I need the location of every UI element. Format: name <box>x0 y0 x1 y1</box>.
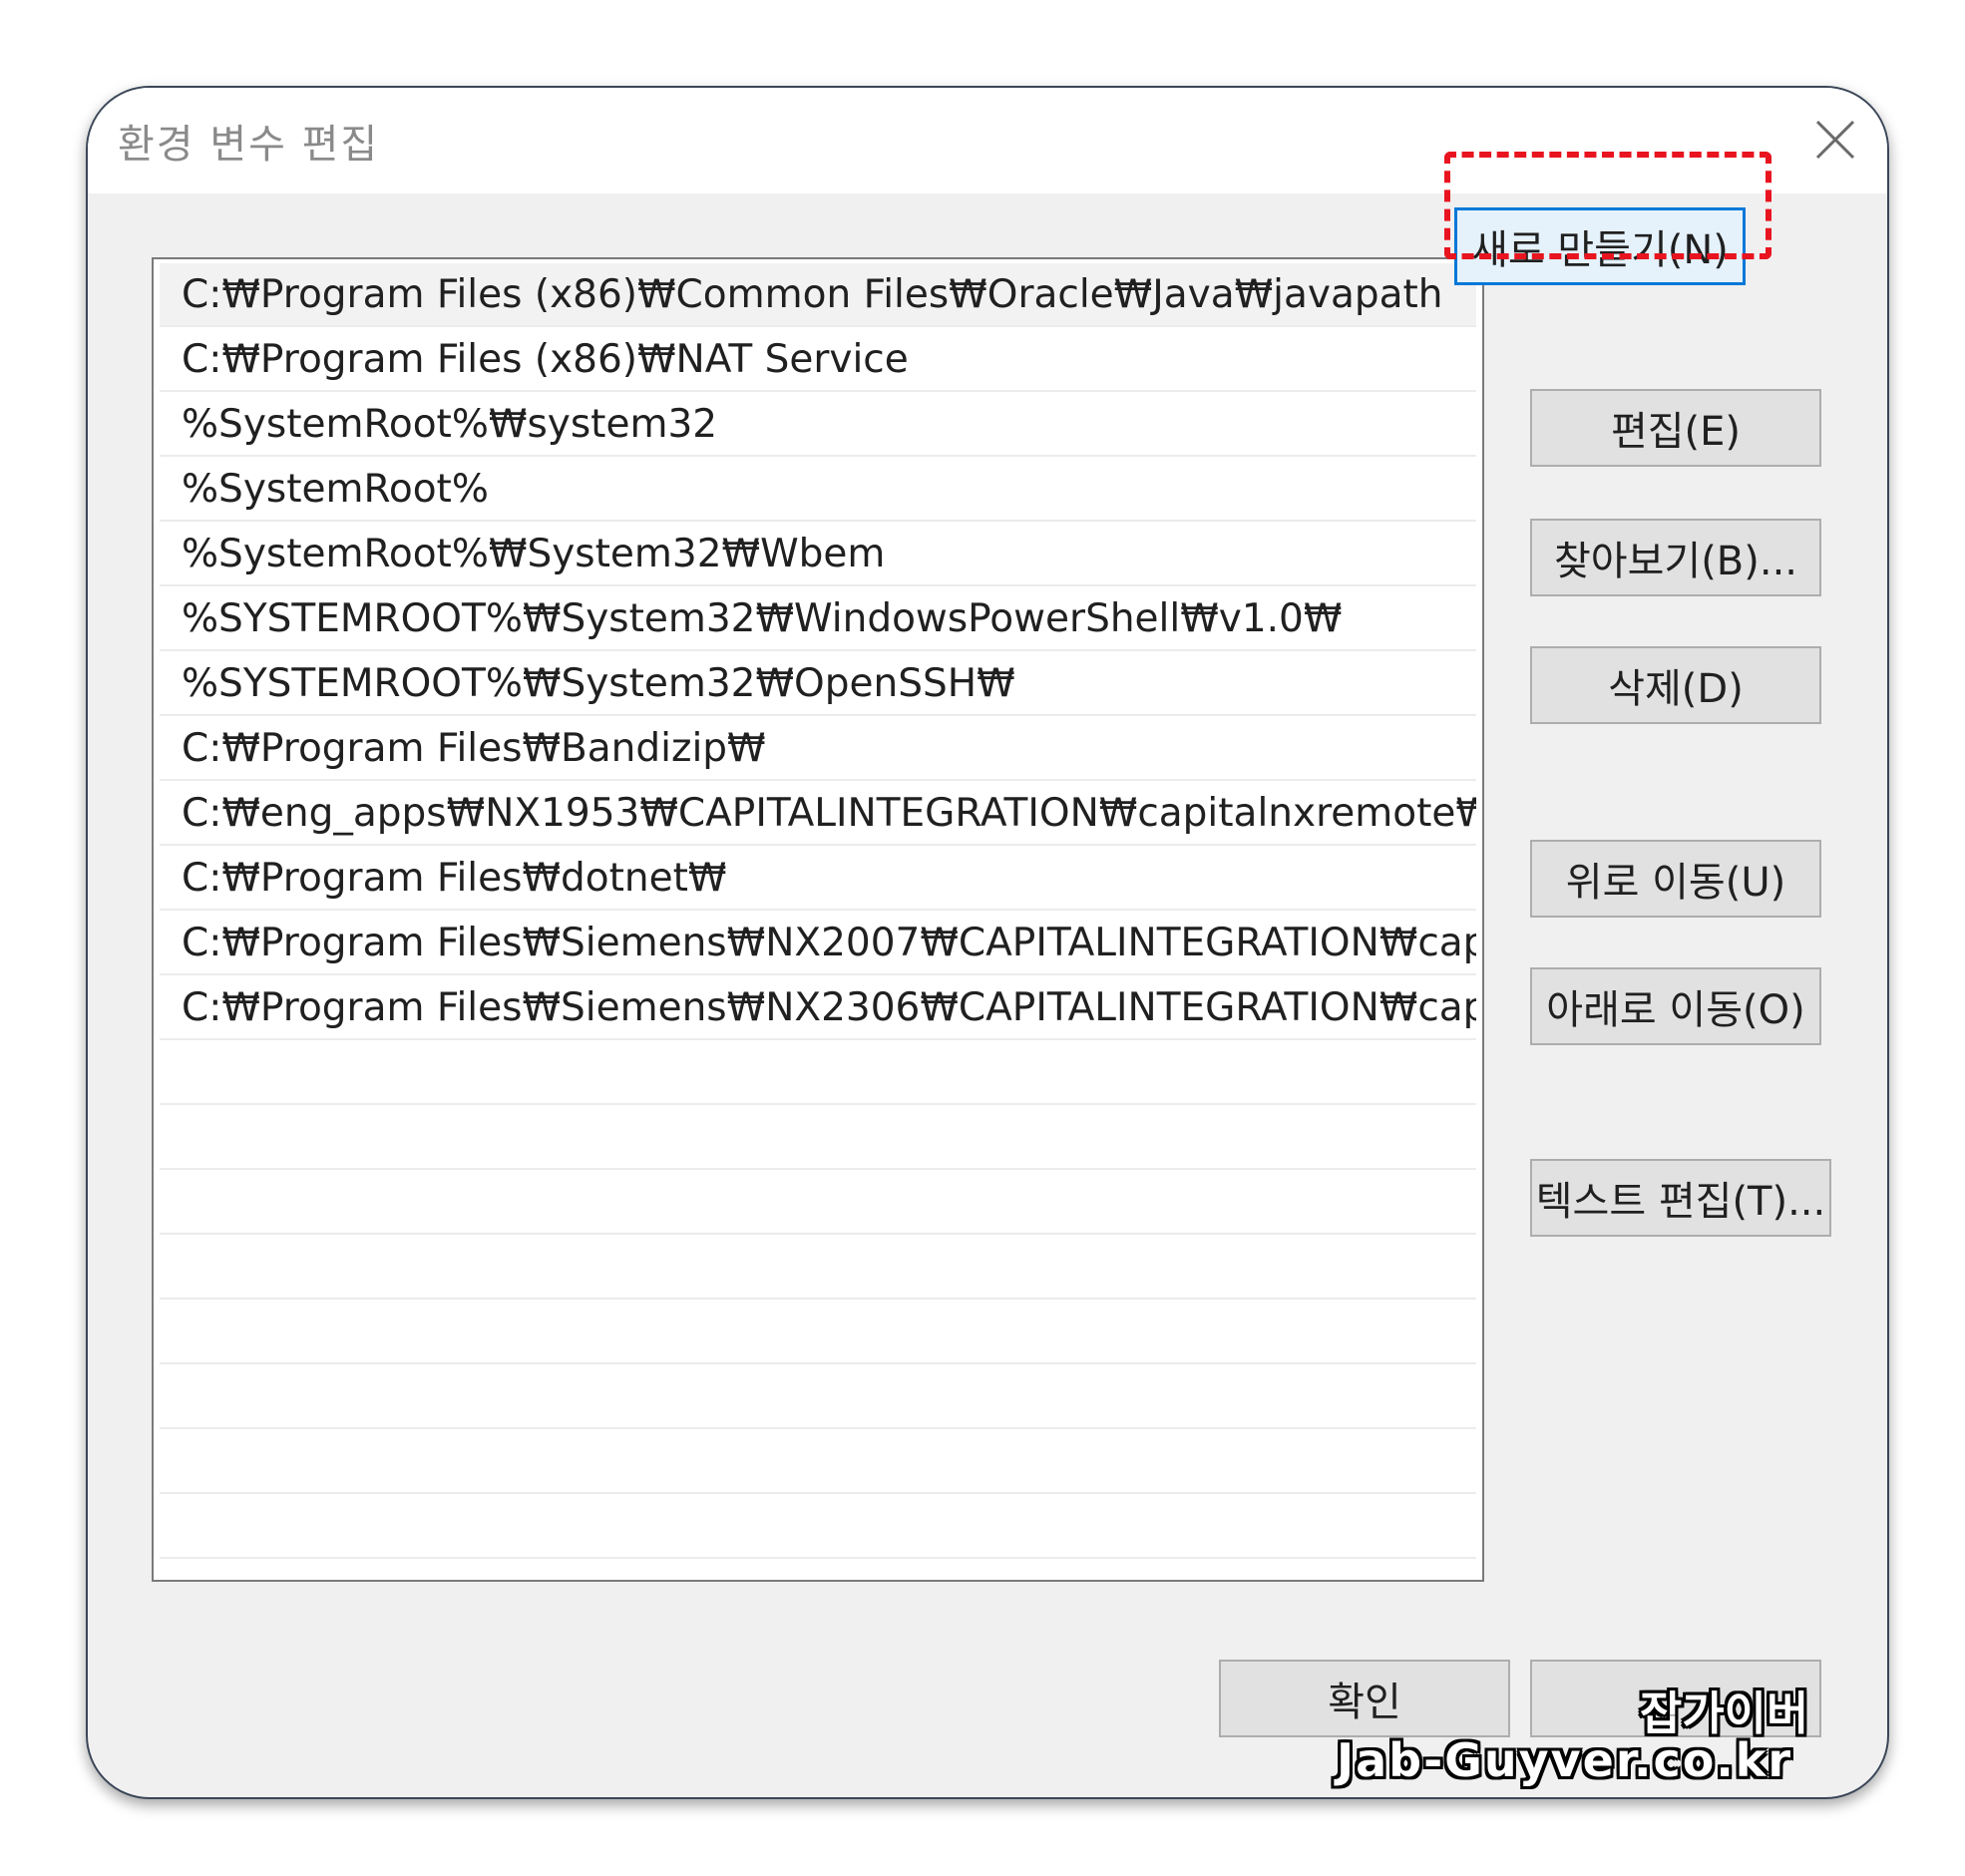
list-item[interactable] <box>160 1041 1476 1105</box>
list-item[interactable]: %SystemRoot% <box>160 458 1476 522</box>
path-list[interactable]: C:₩Program Files (x86)₩Common Files₩Orac… <box>152 257 1484 1582</box>
list-item[interactable] <box>160 1106 1476 1170</box>
list-item[interactable] <box>160 1365 1476 1429</box>
list-item[interactable]: C:₩Program Files₩dotnet₩ <box>160 847 1476 911</box>
list-item[interactable] <box>160 1301 1476 1364</box>
list-item[interactable]: C:₩Program Files (x86)₩Common Files₩Orac… <box>160 263 1476 327</box>
move-up-button[interactable]: 위로 이동(U) <box>1530 840 1821 918</box>
list-item[interactable]: C:₩Program Files₩Bandizip₩ <box>160 717 1476 781</box>
list-item[interactable]: C:₩eng_apps₩NX1953₩CAPITALINTEGRATION₩ca… <box>160 782 1476 846</box>
dialog-title: 환경 변수 편집 <box>118 122 380 168</box>
ok-button[interactable]: 확인 <box>1219 1660 1510 1737</box>
list-item[interactable]: %SYSTEMROOT%₩System32₩OpenSSH₩ <box>160 652 1476 716</box>
delete-button[interactable]: 삭제(D) <box>1530 646 1821 724</box>
list-item[interactable] <box>160 1236 1476 1300</box>
watermark-url: Jab-Guyver.co.kr <box>1337 1733 1793 1787</box>
list-item[interactable]: C:₩Program Files₩Siemens₩NX2007₩CAPITALI… <box>160 912 1476 975</box>
list-item[interactable] <box>160 1171 1476 1235</box>
list-item[interactable]: C:₩Program Files₩Siemens₩NX2306₩CAPITALI… <box>160 976 1476 1040</box>
edit-text-button[interactable]: 텍스트 편집(T)... <box>1530 1159 1831 1237</box>
list-item[interactable]: %SystemRoot%₩System32₩Wbem <box>160 523 1476 586</box>
close-icon[interactable] <box>1813 118 1857 162</box>
list-item[interactable] <box>160 1430 1476 1494</box>
list-item[interactable]: %SYSTEMROOT%₩System32₩WindowsPowerShell₩… <box>160 587 1476 651</box>
edit-button[interactable]: 편집(E) <box>1530 389 1821 467</box>
new-button-highlight <box>1444 152 1771 259</box>
list-item[interactable] <box>160 1495 1476 1559</box>
move-down-button[interactable]: 아래로 이동(O) <box>1530 967 1821 1045</box>
list-item[interactable] <box>160 1560 1476 1580</box>
browse-button[interactable]: 찾아보기(B)... <box>1530 519 1821 596</box>
list-item[interactable]: C:₩Program Files (x86)₩NAT Service <box>160 328 1476 392</box>
list-item[interactable]: %SystemRoot%₩system32 <box>160 393 1476 457</box>
edit-environment-variable-dialog: 환경 변수 편집 C:₩Program Files (x86)₩Common F… <box>86 86 1889 1799</box>
